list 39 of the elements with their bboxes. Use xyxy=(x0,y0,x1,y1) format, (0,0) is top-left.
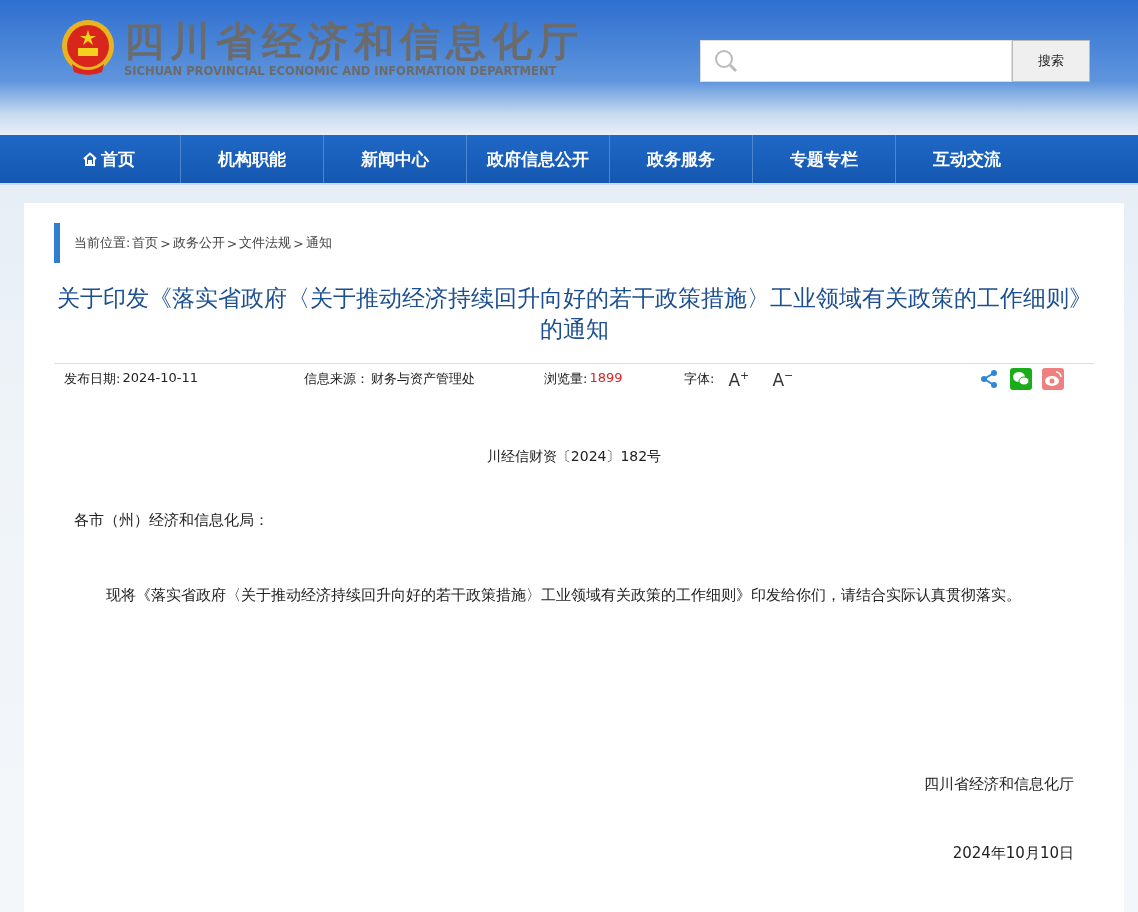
share-icon[interactable] xyxy=(978,368,1000,390)
font-larger-button[interactable]: A$^{+}$ xyxy=(728,368,759,390)
document-number: 川经信财资〔2024〕182号 xyxy=(485,448,663,466)
nav-item[interactable]: 首页 xyxy=(38,135,181,183)
breadcrumb-link[interactable]: 通知 xyxy=(305,234,332,252)
chat-bubbles-icon[interactable] xyxy=(1010,368,1032,390)
publish-date: 2024-10-11 xyxy=(122,370,198,387)
breadcrumb-link[interactable]: 政务公开 xyxy=(172,234,225,252)
breadcrumb-label: 当前位置: xyxy=(74,234,131,252)
search-button[interactable]: 搜索 xyxy=(1012,40,1090,82)
nav-item[interactable]: 新闻中心 xyxy=(324,135,467,183)
breadcrumb-separator: > xyxy=(226,235,238,251)
site-title: 四川省经济和信息化厅 xyxy=(124,18,584,64)
font-smaller-button[interactable]: A$^{−}$ xyxy=(772,368,803,390)
eye-logo-icon[interactable] xyxy=(1042,368,1064,390)
search-icon xyxy=(713,48,739,74)
nav-item[interactable]: 机构职能 xyxy=(181,135,324,183)
home-icon xyxy=(83,152,97,166)
nav-item[interactable]: 专题专栏 xyxy=(753,135,896,183)
article-title: 关于印发《落实省政府〈关于推动经济持续回升向好的若干政策措施〉工业领域有关政策的工作细则》的通知 xyxy=(55,284,1093,344)
nav-item[interactable]: 互动交流 xyxy=(896,135,1038,183)
breadcrumb-link[interactable]: 首页 xyxy=(132,234,159,252)
font-size-label: 字体: xyxy=(684,370,715,388)
nav-item[interactable]: 政府信息公开 xyxy=(467,135,610,183)
site-subtitle: SICHUAN PROVINCIAL ECONOMIC AND INFORMATION DEPARTMENT xyxy=(124,64,558,78)
body-paragraph: 现将《落实省政府〈关于推动经济持续回升向好的若干政策措施〉工业领域有关政策的工作细则》印发给你们，请结合实际认真贯彻落实。 xyxy=(105,585,1022,606)
search-field[interactable] xyxy=(700,40,1012,82)
view-count: 1899 xyxy=(589,370,623,387)
source-label: 信息来源： xyxy=(304,370,369,388)
nav-item[interactable]: 政务服务 xyxy=(610,135,753,183)
breadcrumb-link[interactable]: 文件法规 xyxy=(239,234,292,252)
signature-date: 2024年10月10日 xyxy=(951,844,1074,863)
date-label: 发布日期: xyxy=(64,370,121,388)
signature: 四川省经济和信息化厅 xyxy=(923,775,1074,794)
breadcrumb-separator: > xyxy=(160,235,171,251)
salutation: 各市（州）经济和信息化局： xyxy=(74,511,270,530)
breadcrumb-separator: > xyxy=(293,235,304,251)
views-label: 浏览量: xyxy=(544,370,588,388)
source-value: 财务与资产管理处 xyxy=(371,370,475,388)
